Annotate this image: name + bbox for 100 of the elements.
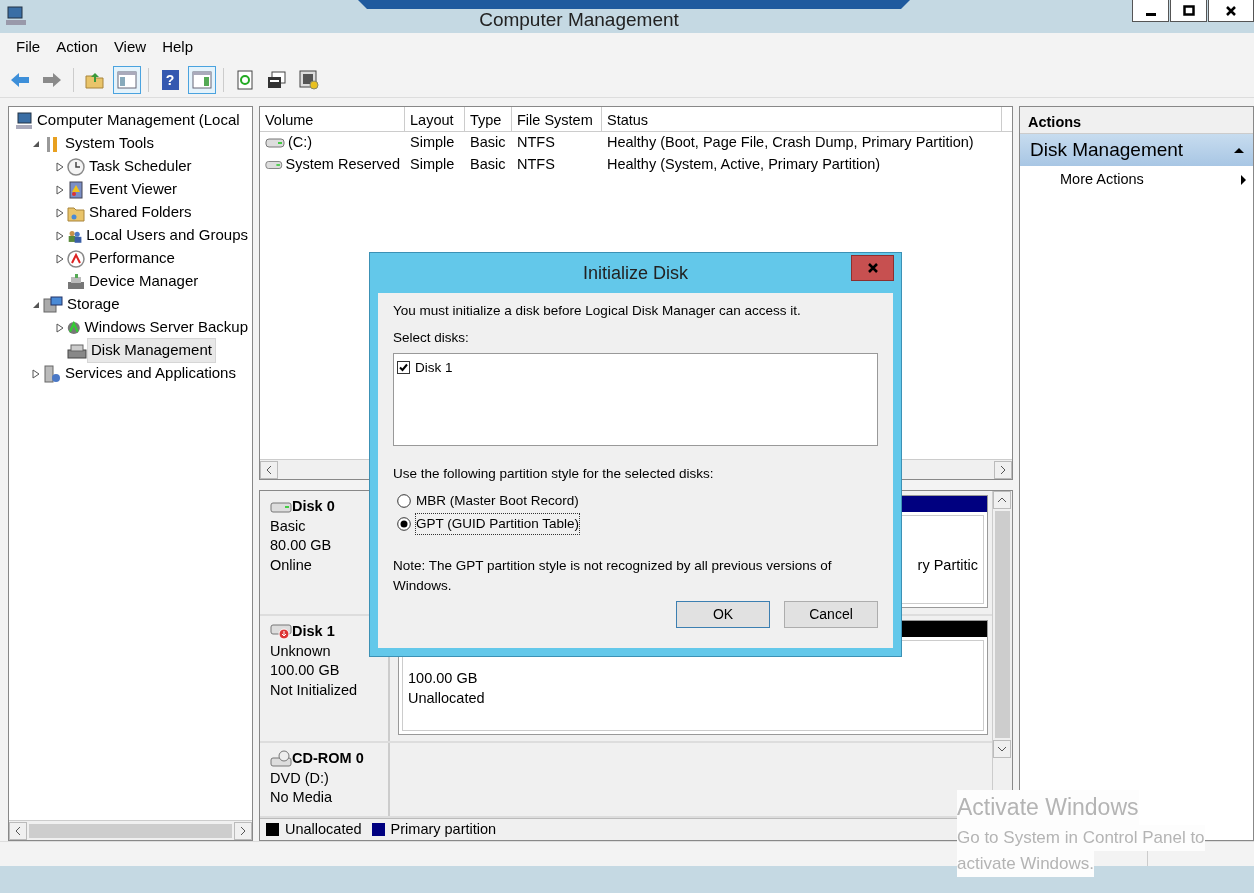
column-header[interactable]: Status (602, 107, 1002, 131)
scroll-thumb[interactable] (995, 511, 1010, 738)
activation-title: Activate Windows (957, 790, 1139, 825)
help-button[interactable]: ? (156, 65, 184, 94)
column-header[interactable]: Layout (405, 107, 465, 131)
maximize-icon (1182, 5, 1195, 16)
radio-label: MBR (Master Boot Record) (416, 492, 579, 511)
table-cell-text: Basic (470, 133, 506, 153)
collapsed-arrow-icon[interactable] (56, 230, 64, 241)
pane-title: Actions (1020, 107, 1253, 134)
clock-icon (67, 157, 85, 176)
scroll-right-button[interactable] (994, 460, 1012, 479)
close-icon (1225, 4, 1237, 17)
scroll-left-button[interactable] (260, 460, 278, 479)
scroll-thumb[interactable] (29, 823, 232, 838)
checkbox-label: Disk 1 (415, 358, 453, 377)
expanded-arrow-icon[interactable] (32, 300, 40, 309)
field-label: Use the following partition style for the selected disks: (393, 464, 715, 483)
close-button[interactable] (1208, 0, 1254, 22)
scroll-up-button[interactable] (993, 491, 1011, 509)
table-cell-text: NTFS (517, 155, 555, 175)
dialog-button[interactable]: Cancel (784, 601, 878, 628)
disk-error-icon (270, 622, 292, 641)
tree-item[interactable]: Task Scheduler (85, 154, 196, 179)
activation-text: activate Windows. (957, 850, 1094, 877)
tree-item[interactable]: Storage (63, 292, 124, 317)
table-cell-text: System Reserved (285, 155, 400, 175)
radio-button[interactable] (397, 517, 411, 532)
tree-item[interactable]: Shared Folders (85, 200, 196, 225)
collapsed-arrow-icon[interactable] (56, 207, 64, 218)
collapsed-arrow-icon[interactable] (32, 368, 40, 379)
pane-icon (117, 70, 137, 89)
forward-arrow-icon (42, 71, 62, 88)
backup-icon (67, 318, 81, 337)
scroll-left-button[interactable] (9, 821, 27, 840)
tree-item[interactable]: Services and Applications (61, 361, 240, 386)
collapse-icon (1233, 146, 1245, 154)
scroll-down-button[interactable] (993, 740, 1011, 758)
tree-item[interactable]: Local Users and Groups (82, 223, 252, 248)
back-arrow-icon (10, 71, 30, 88)
table-cell-text: Healthy (Boot, Page File, Crash Dump, Primary Partition) (607, 133, 974, 153)
activation-text: Go to System in Control Panel to (957, 824, 1205, 851)
disk-info: 100.00 GB (270, 661, 341, 680)
menu-item[interactable]: Action (48, 34, 106, 61)
device-icon (67, 272, 85, 291)
partition-info: Unallocated (408, 689, 485, 706)
table-cell-text: Simple (410, 155, 455, 175)
field-label: Select disks: (393, 329, 470, 348)
radio-label: GPT (GUID Partition Table) (416, 514, 580, 535)
log-icon (67, 180, 85, 199)
disk-info: DVD (D:) (270, 768, 330, 788)
pane-icon (192, 70, 212, 89)
column-header[interactable]: Volume (260, 107, 405, 131)
checkbox[interactable] (397, 361, 410, 375)
disk-info: No Media (270, 788, 334, 807)
menu-item[interactable]: File (8, 34, 49, 61)
partition-info: ry Partitic (917, 557, 978, 573)
tree-item[interactable]: Computer Management (Local (33, 108, 244, 133)
collapsed-arrow-icon[interactable] (56, 322, 64, 333)
close-icon (866, 262, 879, 274)
collapsed-arrow-icon[interactable] (56, 184, 64, 195)
services-icon (43, 364, 61, 383)
table-cell-text: (C:) (288, 133, 313, 153)
disk-info: Unknown (270, 641, 332, 661)
table-cell-text: NTFS (517, 133, 555, 153)
app-icon (6, 6, 26, 26)
disk-name: Disk 0 (292, 497, 335, 516)
minimize-button[interactable] (1132, 0, 1169, 22)
expanded-arrow-icon[interactable] (32, 139, 40, 148)
collapsed-arrow-icon[interactable] (56, 253, 64, 264)
action-link[interactable]: More Actions (1020, 166, 1253, 194)
column-header[interactable]: File System (512, 107, 602, 131)
disk-info: Not Initialized (270, 680, 359, 700)
submenu-arrow-icon (1240, 173, 1247, 186)
tree-item[interactable]: Windows Server Backup (80, 315, 252, 340)
tree-item[interactable]: Performance (85, 246, 179, 271)
radio-button[interactable] (397, 494, 411, 509)
menu-item[interactable]: View (105, 34, 155, 61)
menu-item[interactable]: Help (154, 34, 201, 61)
column-header[interactable]: Type (465, 107, 512, 131)
legend-label: Primary partition (390, 819, 497, 839)
scroll-right-button[interactable] (234, 821, 252, 840)
tree-item[interactable]: Disk Management (87, 338, 216, 363)
dialog-button[interactable]: OK (676, 601, 770, 628)
disk-info: 80.00 GB (270, 536, 333, 555)
partition-info: 100.00 GB (408, 670, 478, 686)
legend-label: Unallocated (285, 819, 362, 839)
action-section[interactable]: Disk Management (1020, 134, 1253, 166)
collapsed-arrow-icon[interactable] (56, 161, 64, 172)
tree-item[interactable]: System Tools (61, 131, 158, 156)
computer-icon (15, 111, 33, 130)
tree-item[interactable]: Device Manager (85, 269, 203, 294)
tree-item[interactable]: Event Viewer (85, 177, 182, 202)
drive-icon (265, 160, 283, 170)
disk-name: CD-ROM 0 (292, 749, 364, 768)
maximize-button[interactable] (1170, 0, 1207, 22)
dialog-title: Initialize Disk (583, 261, 688, 285)
table-cell-text: Healthy (System, Active, Primary Partition) (607, 155, 881, 175)
settings-icon (299, 69, 319, 90)
refresh-icon (237, 69, 253, 90)
